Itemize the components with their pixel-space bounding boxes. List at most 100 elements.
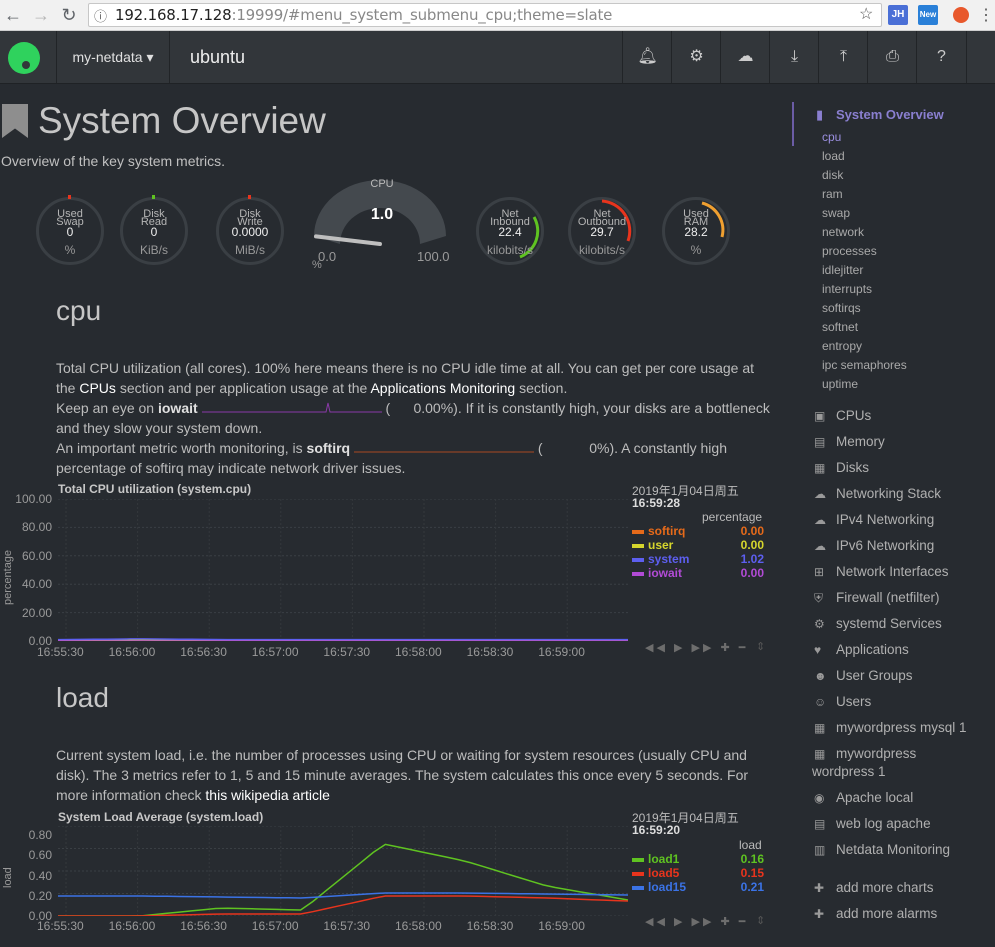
softirq-sparkline[interactable]: [353, 441, 534, 453]
load-chart-legend[interactable]: load1 0.16 load5 0.15 load15 0.21: [632, 852, 764, 894]
sidebar-item-mywordpress-mysql-1[interactable]: ▦ mywordpress mysql 1: [814, 720, 967, 735]
sidebar-subitem-entropy[interactable]: entropy: [822, 339, 862, 353]
sidebar-item-ipv4-networking[interactable]: ☁ IPv4 Networking: [814, 512, 934, 527]
sidebar-item-mywordpress[interactable]: ▦ mywordpress: [814, 746, 916, 761]
sidebar-item-firewall-netfilter-[interactable]: ⛨ Firewall (netfilter): [814, 590, 940, 606]
sidebar-item-icon: ⛨: [814, 591, 824, 605]
sidebar-item-memory[interactable]: ▤ Memory: [814, 434, 885, 449]
cpu-chart-plot[interactable]: [58, 499, 628, 641]
sidebar-item-systemd-services[interactable]: ⚙ systemd Services: [814, 616, 942, 631]
x-tick-label: 16:56:30: [180, 919, 227, 933]
sidebar-subitem-disk[interactable]: disk: [822, 168, 843, 182]
info-icon: ⓘ: [94, 9, 108, 24]
cpu-chart-controls[interactable]: ◀◀ ▶ ▶▶ ✚ ━: [645, 641, 748, 654]
sidebar-item-ipv6-networking[interactable]: ☁ IPv6 Networking: [814, 538, 934, 553]
sidebar-subitem-interrupts[interactable]: interrupts: [822, 282, 872, 296]
sidebar-subitem-idlejitter[interactable]: idlejitter: [822, 263, 863, 277]
sidebar-subitem-softirqs[interactable]: softirqs: [822, 301, 861, 315]
extension-new-icon[interactable]: New: [918, 5, 938, 25]
cpu-gauge-title: CPU: [370, 178, 394, 190]
extension-jh-icon[interactable]: JH: [888, 5, 908, 25]
x-tick-label: 16:55:30: [37, 645, 84, 659]
sidebar-item-user-groups[interactable]: ☻ User Groups: [814, 668, 913, 683]
menu-dots-icon[interactable]: ⋮: [978, 5, 994, 25]
sidebar-item-icon: ☺: [814, 695, 827, 709]
sidebar-item-applications[interactable]: ♥ Applications: [814, 642, 909, 657]
sidebar-subitem-ram[interactable]: ram: [822, 187, 843, 201]
sidebar-title[interactable]: System Overview: [836, 107, 944, 122]
sidebar-item-icon: ☻: [814, 669, 827, 683]
gear-icon[interactable]: ⚙: [671, 31, 721, 83]
legend-item[interactable]: softirq 0.00: [632, 524, 764, 538]
gauge-value: 0: [66, 225, 74, 239]
sidebar-item-disks[interactable]: ▦ Disks: [814, 460, 869, 475]
bell-icon[interactable]: 🔔︎: [622, 31, 672, 83]
series-line-system[interactable]: [58, 638, 628, 641]
sidebar-item-add-more-charts[interactable]: ✚ add more charts: [814, 880, 934, 895]
cloud-download-icon[interactable]: ☁: [720, 31, 770, 83]
download-icon[interactable]: ⤓: [769, 31, 819, 83]
sidebar-item-label: add more alarms: [836, 906, 938, 921]
legend-item[interactable]: system 1.02: [632, 552, 764, 566]
y-tick-label: 0.60: [28, 848, 52, 863]
cpu-chart-legend[interactable]: softirq 0.00 user 0.00 system 1.02 iowait 0.00: [632, 524, 764, 580]
sidebar-item-label: Disks: [836, 460, 869, 475]
sidebar-subitem-processes[interactable]: processes: [822, 244, 877, 258]
sidebar-item-label: IPv6 Networking: [836, 538, 935, 553]
iowait-sparkline[interactable]: [201, 401, 382, 413]
link-cpus[interactable]: CPUs: [79, 380, 116, 396]
sidebar-item-users[interactable]: ☺ Users: [814, 694, 871, 709]
series-line-load5[interactable]: [58, 895, 628, 916]
sidebar-item-netdata-monitoring[interactable]: ▥ Netdata Monitoring: [814, 842, 950, 857]
sidebar-subitem-network[interactable]: network: [822, 225, 864, 239]
reload-icon[interactable]: ↻: [58, 4, 80, 26]
forward-arrow-icon[interactable]: →: [30, 4, 52, 26]
sidebar-subitem-ipc-semaphores[interactable]: ipc semaphores: [822, 358, 907, 372]
back-arrow-icon[interactable]: ←: [2, 4, 24, 26]
load-chart-resize-icon[interactable]: ⇕: [756, 914, 765, 927]
y-tick-label: 0.20: [28, 888, 52, 903]
address-bar[interactable]: ⓘ 192.168.17.128:19999/#menu_system_subm…: [88, 3, 882, 27]
legend-swatch: [632, 871, 644, 876]
legend-item[interactable]: load15 0.21: [632, 880, 764, 894]
sidebar-item-label: Memory: [836, 434, 885, 449]
cpu-gauge-unit: %: [312, 259, 322, 271]
legend-swatch: [632, 885, 644, 890]
star-icon[interactable]: ☆: [859, 4, 873, 24]
sidebar-subitem-softnet[interactable]: softnet: [822, 320, 858, 334]
load-chart-controls[interactable]: ◀◀ ▶ ▶▶ ✚ ━: [645, 915, 748, 928]
print-icon[interactable]: ⎙: [867, 31, 917, 83]
cpu-description: Total CPU utilization (all cores). 100% …: [56, 360, 770, 476]
host-dropdown[interactable]: my-netdata ▾: [56, 31, 170, 83]
help-icon[interactable]: ?: [916, 31, 967, 83]
cpu-chart-resize-icon[interactable]: ⇕: [756, 640, 765, 653]
sidebar-item-web-log-apache[interactable]: ▤ web log apache: [814, 816, 931, 831]
sidebar-item-network-interfaces[interactable]: ⊞ Network Interfaces: [814, 564, 949, 579]
legend-item[interactable]: load5 0.15: [632, 866, 764, 880]
legend-swatch: [632, 571, 644, 576]
legend-item[interactable]: user 0.00: [632, 538, 764, 552]
legend-item[interactable]: iowait 0.00: [632, 566, 764, 580]
y-tick-label: 20.00: [21, 605, 52, 620]
upload-icon[interactable]: ⤒: [818, 31, 868, 83]
sidebar-subitem-load[interactable]: load: [822, 149, 845, 163]
cpu-gauge-max: 100.0: [417, 249, 450, 264]
extension-orange-icon[interactable]: [953, 7, 969, 23]
sidebar-item-apache-local[interactable]: ◉ Apache local: [814, 790, 913, 805]
sidebar-item-cpus[interactable]: ▣ CPUs: [814, 408, 871, 423]
legend-item[interactable]: load1 0.16: [632, 852, 764, 866]
sidebar-item-add-more-alarms[interactable]: ✚ add more alarms: [814, 906, 937, 921]
netdata-logo-icon[interactable]: [8, 42, 40, 74]
gauge-value: 29.7: [590, 225, 614, 239]
gauge-unit: %: [690, 243, 702, 257]
sidebar-active-indicator: [792, 102, 794, 146]
sidebar-item-networking-stack[interactable]: ☁ Networking Stack: [814, 486, 941, 501]
sidebar-subitem-swap[interactable]: swap: [822, 206, 850, 220]
link-wikipedia[interactable]: this wikipedia article: [205, 787, 330, 803]
link-applications-monitoring[interactable]: Applications Monitoring: [370, 380, 515, 396]
sidebar-subitem-cpu[interactable]: cpu: [822, 130, 841, 144]
section-title-load: load: [56, 682, 109, 713]
load-chart-plot[interactable]: [58, 826, 628, 916]
sidebar-subitem-uptime[interactable]: uptime: [822, 377, 858, 391]
gauge-unit: kilobits/s: [486, 243, 533, 257]
